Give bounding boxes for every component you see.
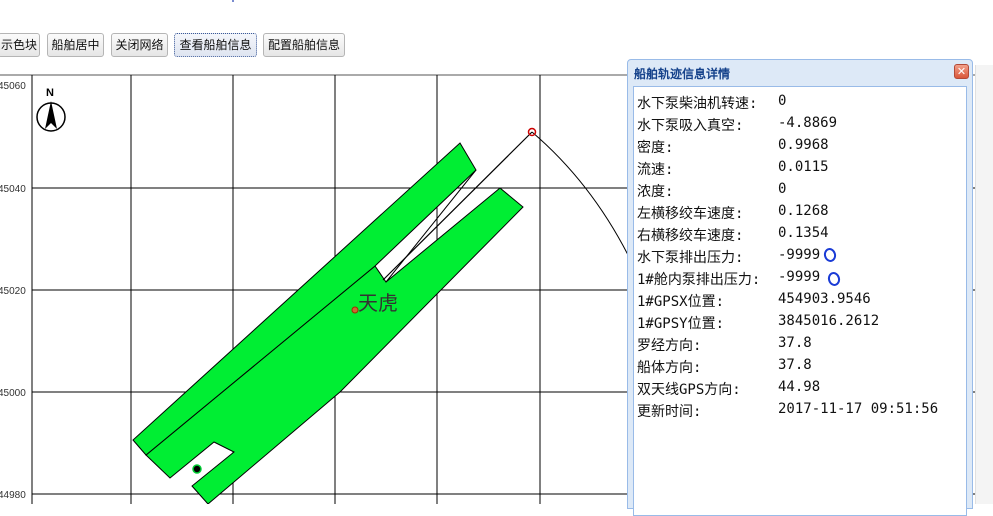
antenna-marker [192,464,202,474]
info-row-concentration: 浓度: 0 [637,179,966,201]
info-key: 1#舱内泵排出压力: [637,272,761,288]
north-arrow-icon: N [36,87,66,132]
info-key: 水下泵吸入真空: [637,118,744,134]
info-key: 双天线GPS方向: [637,382,741,398]
info-value: 3845016.2612 [778,313,880,329]
north-label: N [46,87,54,99]
info-row-hull-heading: 船体方向: 37.8 [637,355,966,377]
close-icon[interactable]: ✕ [954,64,969,79]
annotation-circle-mark [826,270,842,288]
close-network-button[interactable]: 关闭网络 [111,33,168,57]
configure-ship-info-button[interactable]: 配置船舶信息 [263,33,345,57]
info-key: 船体方向: [637,360,702,376]
info-value: 37.8 [778,357,812,373]
ship-track-info-panel: 船舶轨迹信息详情 ✕ 水下泵柴油机转速: 0 水下泵吸入真空: -4.8869 密度… [627,59,973,516]
panel-body: 水下泵柴油机转速: 0 水下泵吸入真空: -4.8869 密度: 0.9968 流速:… [633,86,967,516]
info-value: 2017-11-17 09:51:56 [778,401,939,417]
info-key: 水下泵柴油机转速: [637,96,758,112]
info-key: 罗经方向: [637,338,702,354]
info-row-right-winch-speed: 右横移绞车速度: 0.1354 [637,223,966,245]
ship-name-label: 天虎 [358,291,398,315]
info-value: -9999 [778,269,821,285]
info-value: -9999 [778,247,821,263]
info-key: 更新时间: [637,404,702,420]
info-value: 0 [778,93,787,109]
y-tick-label: 45000 [0,388,26,399]
show-color-block-button[interactable]: 示色块 [0,33,40,57]
info-row-compass-heading: 罗经方向: 37.8 [637,333,966,355]
annotation-circle-mark [822,246,838,264]
info-row-cabin-pump-pressure: 1#舱内泵排出压力: -9999 [637,267,966,289]
y-tick-label: 45020 [0,286,26,297]
info-value: 44.98 [778,379,821,395]
panel-header[interactable]: 船舶轨迹信息详情 ✕ [628,60,972,85]
info-key: 右横移绞车速度: [637,228,744,244]
info-key: 左横移绞车速度: [637,206,744,222]
info-row-update-time: 更新时间: 2017-11-17 09:51:56 [637,399,966,421]
map-edge-strip [975,65,993,504]
info-key: 1#GPSY位置: [637,316,725,332]
info-value: 0 [778,181,787,197]
info-value: 0.0115 [778,159,829,175]
info-row-left-winch-speed: 左横移绞车速度: 0.1268 [637,201,966,223]
info-value: 0.1268 [778,203,829,219]
info-row-gps-x: 1#GPSX位置: 454903.9546 [637,289,966,311]
panel-title: 船舶轨迹信息详情 [634,67,731,81]
info-row-diesel-speed: 水下泵柴油机转速: 0 [637,91,966,113]
info-value: -4.8869 [778,115,838,131]
y-tick-label: 44980 [0,490,26,501]
info-row-gps-y: 1#GPSY位置: 3845016.2612 [637,311,966,333]
info-value: 37.8 [778,335,812,351]
info-key: 水下泵排出压力: [637,250,744,266]
info-row-density: 密度: 0.9968 [637,135,966,157]
track-curve [531,131,641,281]
info-row-dual-gps-heading: 双天线GPS方向: 44.98 [637,377,966,399]
info-key: 浓度: [637,184,674,200]
info-row-flow-speed: 流速: 0.0115 [637,157,966,179]
info-row-discharge-pressure: 水下泵排出压力: -9999 [637,245,966,267]
info-value: 0.1354 [778,225,829,241]
info-key: 1#GPSX位置: [637,294,725,310]
info-value: 454903.9546 [778,291,871,307]
info-row-suction-vacuum: 水下泵吸入真空: -4.8869 [637,113,966,135]
info-key: 流速: [637,162,674,178]
y-tick-label: 45040 [0,184,26,195]
view-ship-info-button[interactable]: 查看船舶信息 [174,33,257,57]
info-key: 密度: [637,140,674,156]
stray-pixel [232,0,234,2]
info-value: 0.9968 [778,137,829,153]
center-ship-button[interactable]: 船舶居中 [47,33,104,57]
y-tick-label: 45060 [0,81,26,92]
